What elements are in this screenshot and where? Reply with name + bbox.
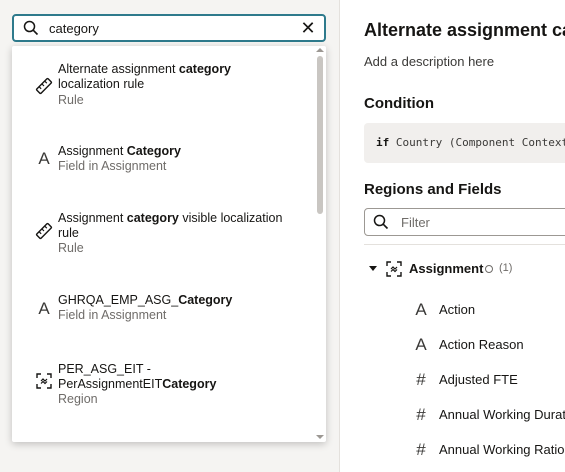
tree-node-label: Assignment	[409, 261, 484, 276]
scroll-up-icon[interactable]	[316, 48, 324, 52]
result-title: PER_ASG_EIT - PerAssignmentEITCategory	[58, 362, 217, 391]
result-subtitle: Rule	[58, 241, 84, 255]
field-label: Action Reason	[439, 337, 524, 352]
scrollbar-thumb[interactable]	[317, 56, 323, 214]
field-label: Annual Working Duration	[439, 407, 565, 422]
letter-a-icon: A	[415, 300, 427, 319]
clear-icon[interactable]: ✕	[298, 18, 318, 38]
divider	[364, 244, 565, 245]
field-label: Action	[439, 302, 476, 317]
condition-expression[interactable]: if Country (Component Context) =	[364, 123, 565, 163]
condition-heading: Condition	[364, 95, 434, 112]
result-title: GHRQA_EMP_ASG_Category	[58, 293, 233, 307]
hash-icon: #	[416, 370, 426, 389]
search-result-item[interactable]: Alternate assignment category localizati…	[12, 46, 312, 128]
search-result-item[interactable]: Assignment category visible localization…	[12, 194, 312, 276]
search-icon	[373, 214, 389, 235]
caret-down-icon[interactable]	[369, 266, 377, 271]
search-results-dropdown: Alternate assignment category localizati…	[12, 46, 326, 442]
tree-node-count: (1)	[499, 262, 513, 274]
ruler-icon	[35, 222, 53, 240]
description-placeholder[interactable]: Add a description here	[364, 54, 494, 69]
result-subtitle: Field in Assignment	[58, 159, 167, 173]
status-dot-icon	[485, 265, 493, 273]
result-title: Assignment Category	[58, 144, 181, 158]
letter-a-icon: A	[415, 335, 427, 354]
search-icon	[23, 20, 39, 41]
letter-a-icon: A	[38, 299, 50, 318]
page-title: Alternate assignment category localizati…	[364, 20, 565, 40]
rule-detail-panel: Alternate assignment category localizati…	[339, 0, 565, 472]
search-result-item[interactable]: A GHRQA_EMP_ASG_Category Field in Assign…	[12, 276, 312, 342]
search-input[interactable]	[49, 19, 289, 37]
field-label: Adjusted FTE	[439, 372, 518, 387]
letter-a-icon: A	[38, 149, 50, 168]
filter-placeholder: Filter	[401, 215, 430, 230]
search-field[interactable]: ✕	[12, 14, 326, 42]
ruler-icon	[35, 77, 53, 95]
result-title: Assignment category visible localization…	[58, 211, 283, 240]
scroll-down-icon[interactable]	[316, 435, 324, 439]
condition-text: Country (Component Context) =	[395, 136, 565, 149]
filter-input[interactable]: Filter	[364, 208, 565, 236]
result-title: Alternate assignment category localizati…	[58, 62, 232, 91]
regions-fields-heading: Regions and Fields	[364, 181, 502, 198]
result-subtitle: Rule	[58, 93, 84, 107]
hash-icon: #	[416, 405, 426, 424]
search-result-item[interactable]: A Assignment Category Field in Assignmen…	[12, 128, 312, 194]
region-icon	[35, 373, 53, 391]
field-label: Annual Working Ratio	[439, 442, 565, 457]
result-subtitle: Region	[58, 392, 98, 406]
search-result-item[interactable]: PER_ASG_EIT - PerAssignmentEITCategory R…	[12, 342, 312, 424]
result-subtitle: Field in Assignment	[58, 308, 167, 322]
region-icon	[386, 261, 402, 282]
hash-icon: #	[416, 440, 426, 459]
condition-keyword: if	[376, 136, 390, 149]
